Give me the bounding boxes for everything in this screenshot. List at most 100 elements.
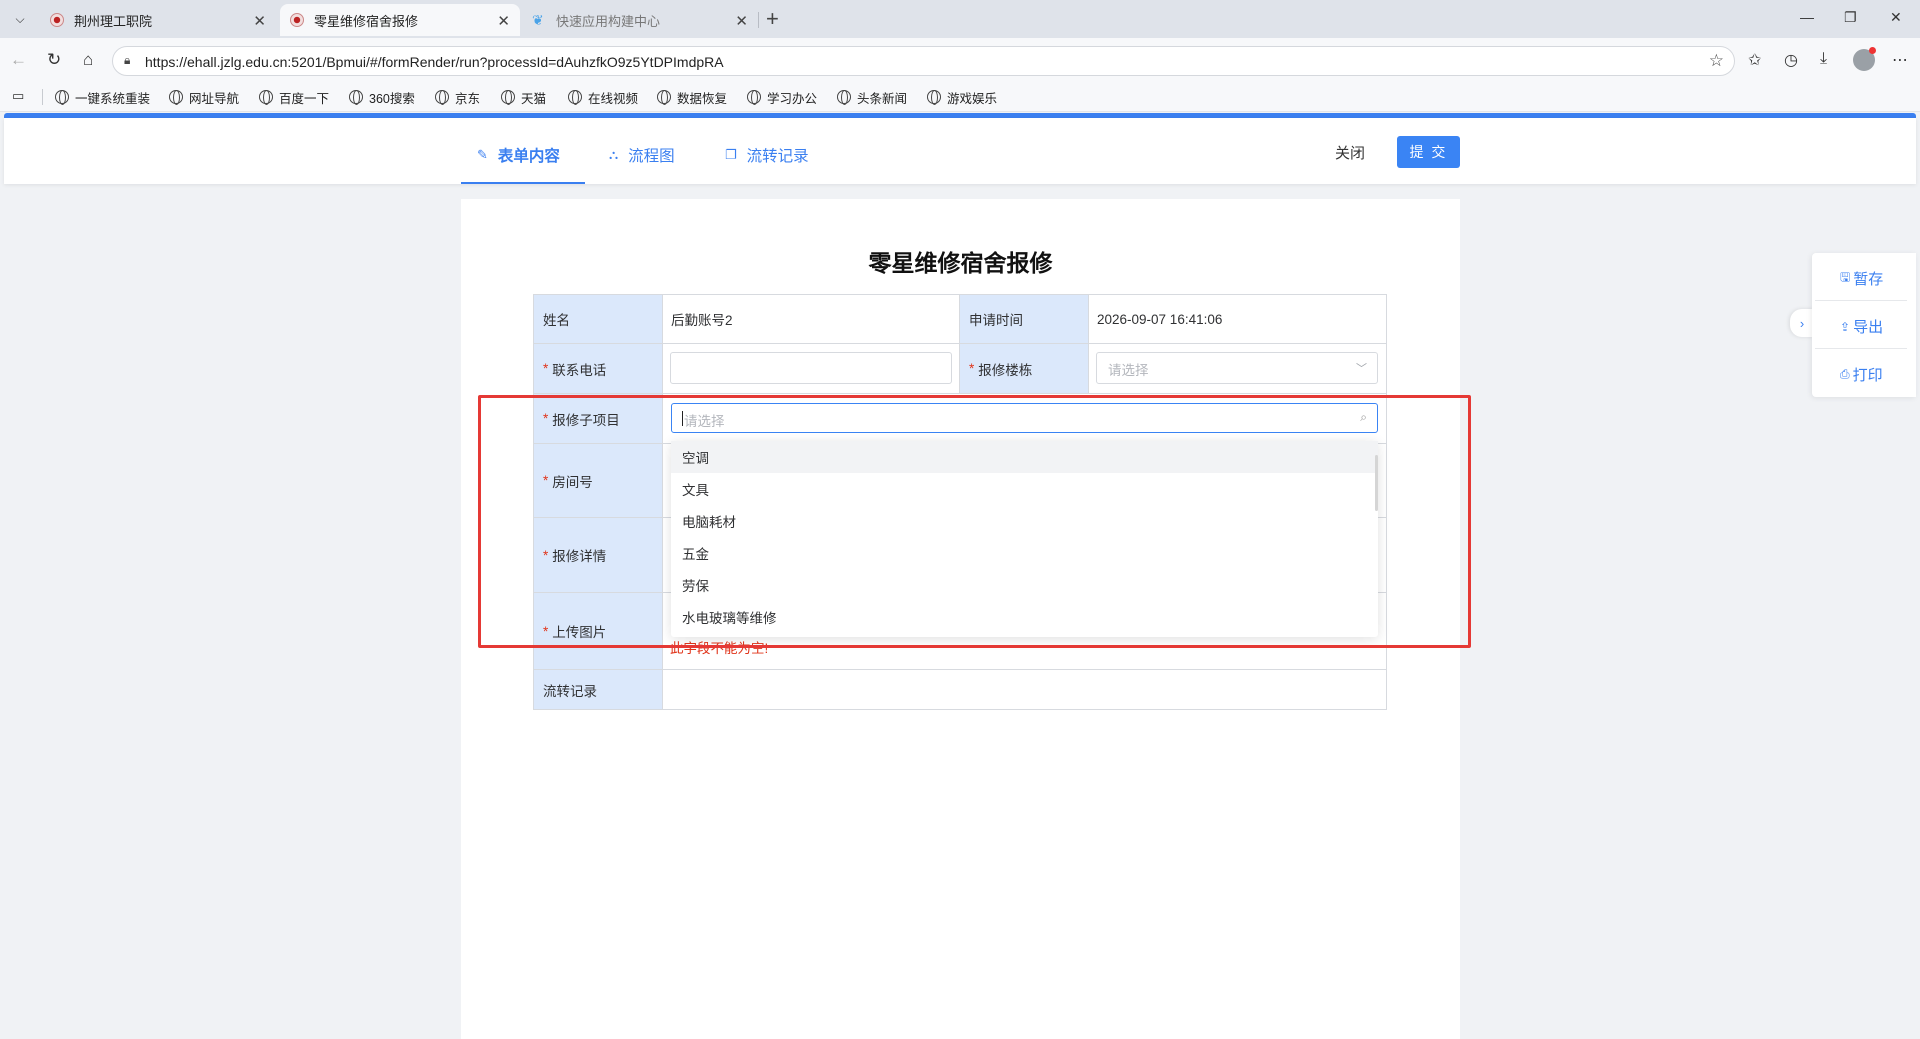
submit-button[interactable]: 提 交 <box>1397 136 1460 168</box>
notification-dot <box>1869 47 1876 54</box>
tab-title: 零星维修宿舍报修 <box>314 13 419 29</box>
address-bar[interactable]: 🔒︎ https://ehall.jzlg.edu.cn:5201/Bpmui/… <box>112 46 1735 76</box>
bookmark-item[interactable]: 网址导航 <box>169 87 239 107</box>
upload-icon: ⇪ <box>1840 319 1851 334</box>
bookmark-item[interactable]: 一键系统重装 <box>55 87 150 107</box>
browser-tab-active[interactable]: 零星维修宿舍报修 ✕ <box>280 4 520 36</box>
bookmark-label: 学习办公 <box>767 91 818 106</box>
bookmark-item[interactable]: 头条新闻 <box>837 87 907 107</box>
globe-icon <box>349 90 363 105</box>
name-label: 姓名 <box>533 294 663 344</box>
favorite-star-icon[interactable]: ☆ <box>1709 51 1724 71</box>
bookmark-item[interactable]: 数据恢复 <box>657 87 727 107</box>
bookmark-label: 游戏娱乐 <box>947 91 998 106</box>
bookmark-label: 头条新闻 <box>857 91 908 106</box>
page-title: 零星维修宿舍报修 <box>868 250 1053 276</box>
building-placeholder: 请选择 <box>1108 363 1149 378</box>
bookmark-label: 在线视频 <box>588 91 639 106</box>
bookmark-label: 网址导航 <box>189 91 240 106</box>
globe-icon <box>435 90 449 105</box>
edit-icon: ✎ <box>477 147 488 162</box>
bookmark-item[interactable]: 天猫 <box>501 87 546 107</box>
globe-icon <box>55 90 69 105</box>
print-icon: ⎙ <box>1840 367 1850 381</box>
back-icon[interactable]: ← <box>10 50 27 70</box>
bird-favicon: ❦ <box>532 12 544 28</box>
bookmark-item[interactable]: 在线视频 <box>568 87 638 107</box>
bookmark-item[interactable]: 百度一下 <box>259 87 329 107</box>
globe-icon <box>747 90 761 105</box>
name-value: 后勤账号2 <box>662 294 960 344</box>
minimize-icon[interactable]: — <box>1800 9 1814 25</box>
building-label: * 报修楼栋 <box>959 343 1089 394</box>
close-icon[interactable]: ✕ <box>735 12 748 30</box>
new-tab-icon[interactable]: + <box>766 6 779 32</box>
required-mark: * <box>543 361 549 376</box>
close-button[interactable]: 关闭 <box>1335 142 1365 163</box>
window-close-icon[interactable]: ✕ <box>1890 9 1902 26</box>
favorites-icon[interactable]: ✩ <box>1748 50 1761 70</box>
save-draft-button[interactable]: 🖫 暂存 <box>1840 268 1883 289</box>
bookmark-item[interactable]: 360搜索 <box>349 87 415 107</box>
tab-title: 荆州理工职院 <box>74 13 153 29</box>
bookmark-label: 数据恢复 <box>677 91 728 106</box>
tab-flowchart[interactable]: ⛬ 流程图 <box>609 144 675 166</box>
download-icon[interactable]: ⤓ <box>1820 50 1827 68</box>
flowchart-icon: ⛬ <box>609 147 619 162</box>
chevron-down-icon: ﹀ <box>1356 363 1367 375</box>
bookmark-item[interactable]: 京东 <box>435 87 480 107</box>
side-divider <box>1815 348 1907 349</box>
globe-icon <box>501 90 515 105</box>
browser-tab[interactable]: ❦ 快速应用构建中心 ✕ <box>522 4 758 36</box>
reading-list-icon[interactable]: ▭ <box>12 88 24 104</box>
globe-icon <box>927 90 941 105</box>
required-mark: * <box>969 361 975 376</box>
close-icon[interactable]: ✕ <box>497 12 510 30</box>
chevron-right-icon[interactable]: › <box>1790 309 1814 337</box>
phone-label: * 联系电话 <box>533 343 663 394</box>
history-icon[interactable]: ◷ <box>1784 50 1798 70</box>
tab-title: 快速应用构建中心 <box>556 13 661 29</box>
tab-separator <box>758 12 759 28</box>
apply-time-value: 2026-09-07 16:41:06 <box>1088 294 1387 344</box>
bookmark-separator <box>42 89 43 105</box>
side-divider <box>1815 300 1907 301</box>
globe-icon <box>657 90 671 105</box>
globe-icon <box>169 90 183 105</box>
tab-flow-record[interactable]: ❐ 流转记录 <box>725 144 809 166</box>
record-label: 流转记录 <box>533 669 663 710</box>
browser-tab[interactable]: 荆州理工职院 ✕ <box>40 4 276 36</box>
globe-icon <box>568 90 582 105</box>
restore-icon[interactable]: ❐ <box>1844 9 1857 26</box>
globe-icon <box>259 90 273 105</box>
save-icon: 🖫 <box>1840 270 1851 284</box>
tab-label: 流转记录 <box>746 148 809 165</box>
highlight-annotation <box>478 395 1471 648</box>
tab-label: 表单内容 <box>497 148 560 165</box>
tab-form-content[interactable]: ✎ 表单内容 <box>477 144 560 166</box>
print-button[interactable]: ⎙ 打印 <box>1840 364 1883 385</box>
copy-icon: ❐ <box>725 147 737 162</box>
bookmark-item[interactable]: 学习办公 <box>747 87 817 107</box>
apply-time-label: 申请时间 <box>959 294 1089 344</box>
record-cell <box>662 669 1387 710</box>
globe-icon <box>837 90 851 105</box>
phone-input[interactable] <box>670 352 952 384</box>
active-tab-indicator <box>461 182 585 184</box>
tab-list-icon[interactable]: ⌵ <box>8 7 32 31</box>
lock-icon[interactable]: 🔒︎ <box>124 53 130 68</box>
site-favicon <box>290 13 304 27</box>
more-menu-icon[interactable]: ⋯ <box>1892 50 1908 70</box>
bookmark-label: 360搜索 <box>369 91 415 106</box>
reload-icon[interactable]: ↻ <box>47 50 61 70</box>
bookmark-label: 一键系统重装 <box>75 91 151 106</box>
close-icon[interactable]: ✕ <box>253 12 266 30</box>
bookmark-item[interactable]: 游戏娱乐 <box>927 87 997 107</box>
bookmark-label: 京东 <box>455 91 481 106</box>
export-button[interactable]: ⇪ 导出 <box>1840 316 1883 337</box>
bookmark-label: 天猫 <box>521 91 547 106</box>
app-header <box>4 118 1916 184</box>
bookmark-label: 百度一下 <box>279 91 330 106</box>
home-icon[interactable]: ⌂ <box>83 50 93 70</box>
url-text[interactable]: https://ehall.jzlg.edu.cn:5201/Bpmui/#/f… <box>145 54 724 70</box>
